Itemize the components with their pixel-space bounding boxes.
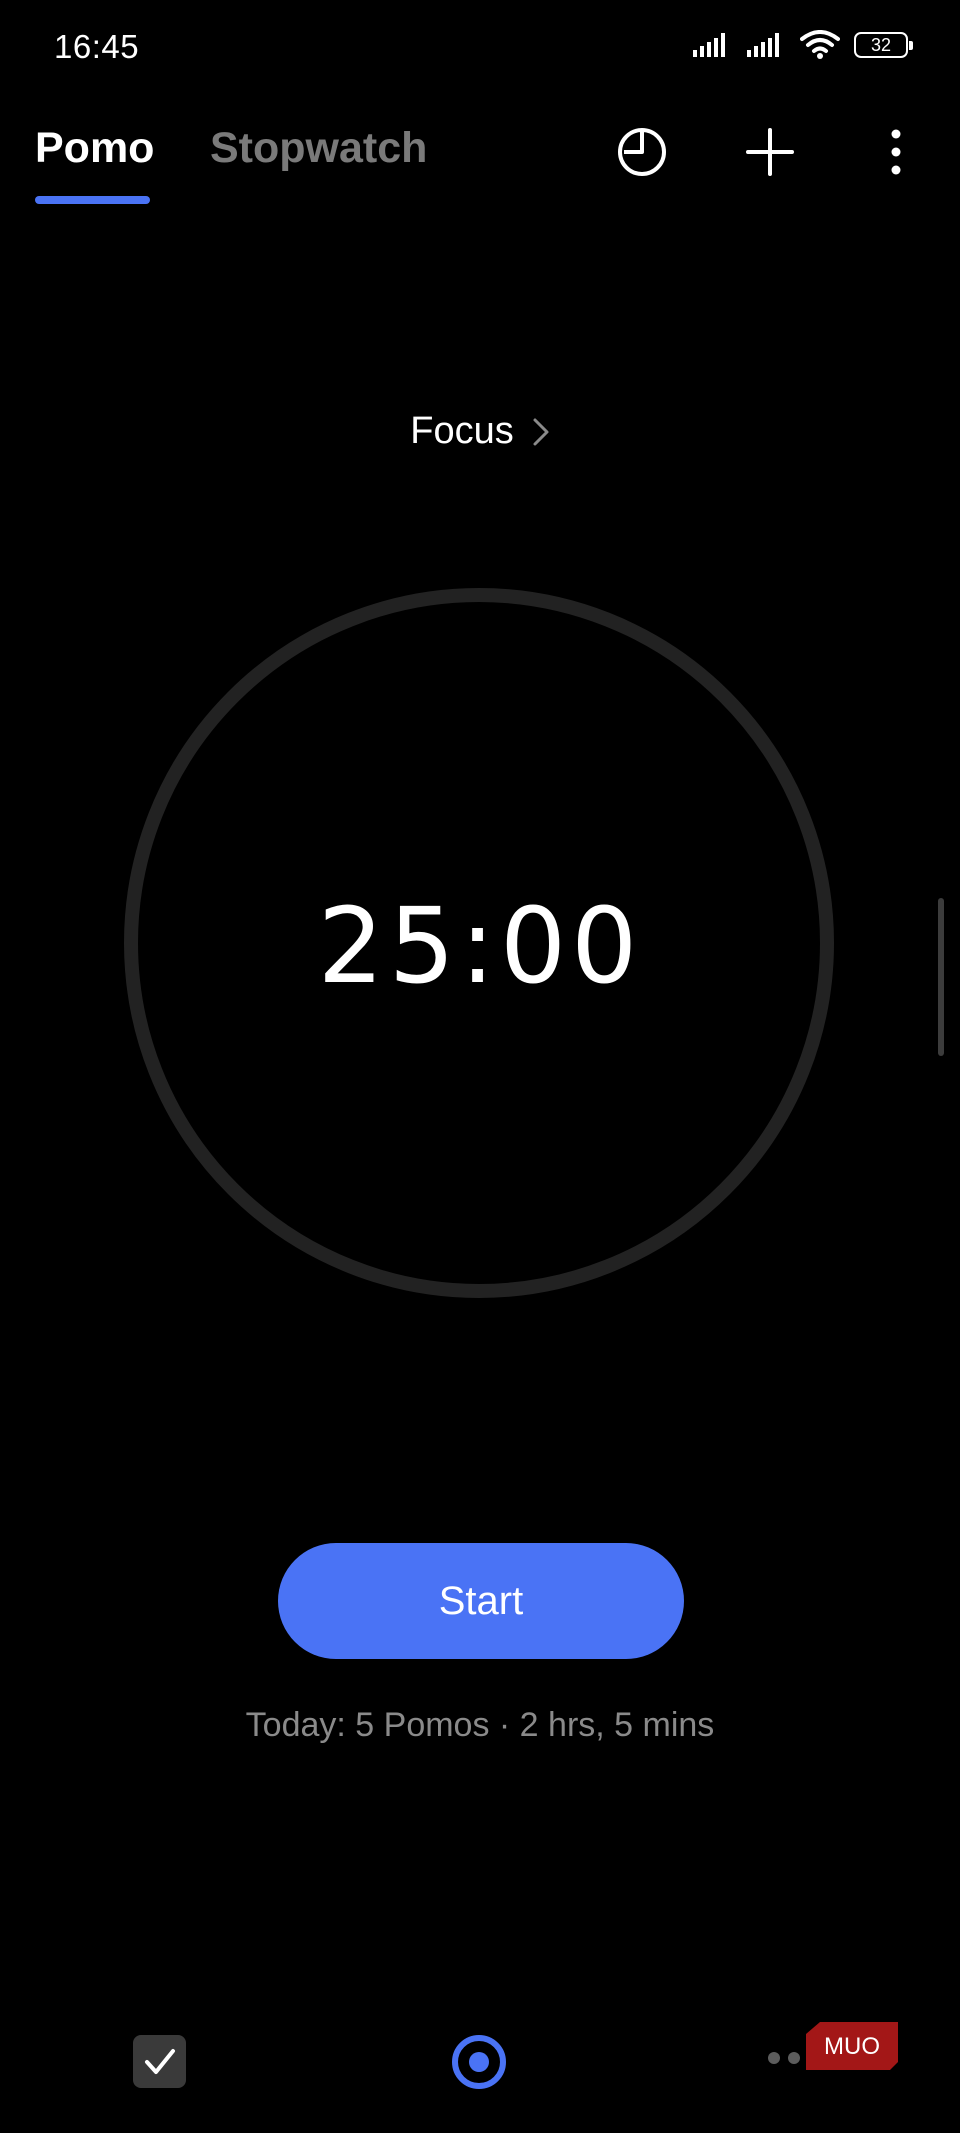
add-icon <box>746 128 794 176</box>
chevron-right-icon <box>533 418 549 445</box>
status-time: 16:45 <box>54 28 140 65</box>
tab-stopwatch[interactable]: Stopwatch <box>210 124 427 173</box>
statistics-button[interactable] <box>612 122 672 182</box>
scroll-indicator <box>938 898 944 1056</box>
focus-mode-selector[interactable]: Focus <box>0 410 960 453</box>
battery-icon: 32 <box>854 32 913 58</box>
task-checkbox-icon <box>144 2048 175 2074</box>
statistics-icon <box>618 128 666 176</box>
signal-icon <box>747 33 779 57</box>
muo-watermark: MUO <box>806 2022 898 2070</box>
timer-display: 25:00 <box>317 885 643 1007</box>
battery-level: 32 <box>870 34 892 55</box>
more-dots-icon <box>788 2052 800 2064</box>
pomo-focus-icon <box>452 2035 506 2089</box>
nav-tasks-button[interactable] <box>133 2035 186 2088</box>
today-summary: Today: 5 Pomos · 2 hrs, 5 mins <box>245 1706 715 1744</box>
nav-pomo-button[interactable] <box>449 2032 509 2092</box>
more-dots-icon <box>768 2052 780 2064</box>
tab-pomo[interactable]: Pomo <box>35 124 154 173</box>
signal-icon <box>693 33 725 57</box>
focus-label: Focus <box>410 410 514 452</box>
more-options-button[interactable] <box>866 122 926 182</box>
active-tab-indicator <box>35 196 150 204</box>
start-button[interactable]: Start <box>278 1543 684 1659</box>
status-icons: 32 <box>692 30 913 60</box>
watermark-text: MUO <box>824 2033 880 2060</box>
wifi-icon <box>800 30 840 59</box>
more-options-icon <box>891 129 901 175</box>
add-button[interactable] <box>740 122 800 182</box>
